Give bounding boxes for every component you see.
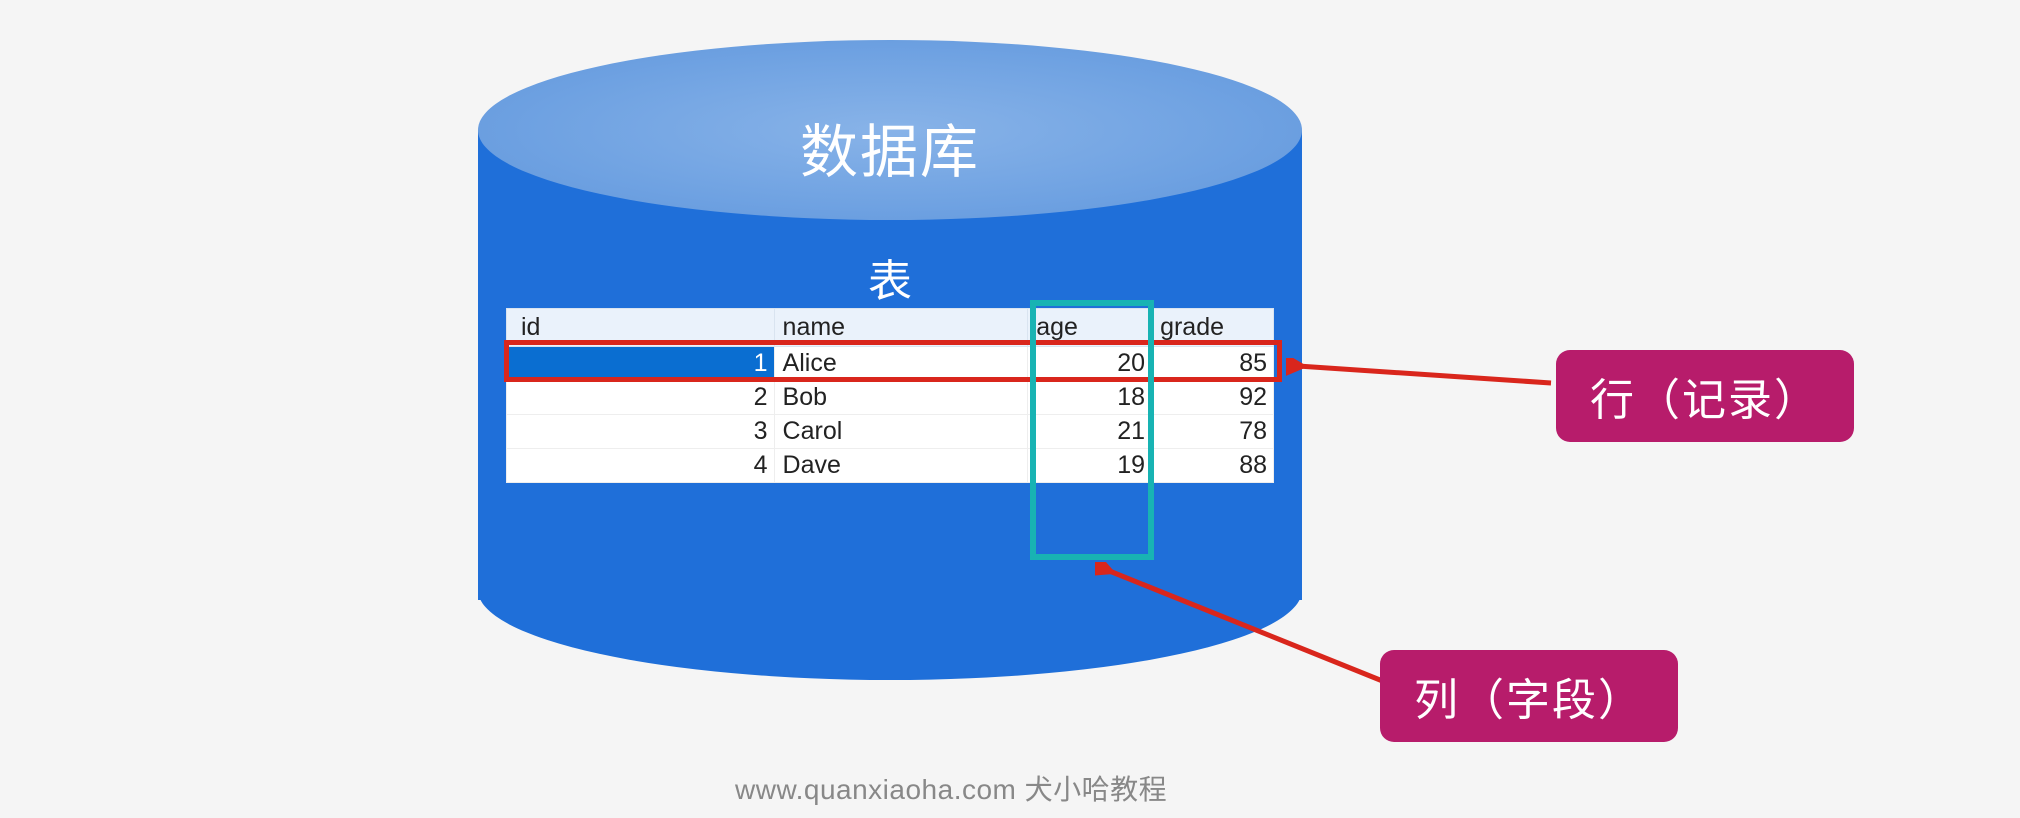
arrow-row-icon [1286,358,1556,408]
table-row: 2 Bob 18 92 [507,381,1274,415]
watermark-text: www.quanxiaoha.com 犬小哈教程 [735,768,1167,808]
database-title: 数据库 [478,105,1302,189]
table-header-row: id name age grade [507,309,1274,347]
cell-age: 19 [1028,449,1152,483]
cell-id: 4 [507,449,775,483]
cell-grade: 92 [1152,381,1274,415]
cell-age: 18 [1028,381,1152,415]
database-cylinder: 数据库 表 id name age grade 1 Alice 20 85 2 … [478,40,1302,680]
data-table: id name age grade 1 Alice 20 85 2 Bob 18… [506,308,1274,483]
table-row: 3 Carol 21 78 [507,415,1274,449]
cell-id: 2 [507,381,775,415]
header-name: name [774,309,1028,347]
cell-name: Dave [774,449,1028,483]
header-age: age [1028,309,1152,347]
cell-grade: 85 [1152,347,1274,381]
table-row: 4 Dave 19 88 [507,449,1274,483]
cell-age: 21 [1028,415,1152,449]
header-id: id [507,309,775,347]
table-row: 1 Alice 20 85 [507,347,1274,381]
header-grade: grade [1152,309,1274,347]
cell-name: Bob [774,381,1028,415]
cell-id: 3 [507,415,775,449]
cell-grade: 88 [1152,449,1274,483]
row-label-badge: 行（记录） [1556,350,1854,442]
cell-grade: 78 [1152,415,1274,449]
cell-name: Alice [774,347,1028,381]
cell-age: 20 [1028,347,1152,381]
cell-name: Carol [774,415,1028,449]
cell-id: 1 [507,347,775,381]
table-title: 表 [478,245,1302,309]
column-label-badge: 列（字段） [1380,650,1678,742]
